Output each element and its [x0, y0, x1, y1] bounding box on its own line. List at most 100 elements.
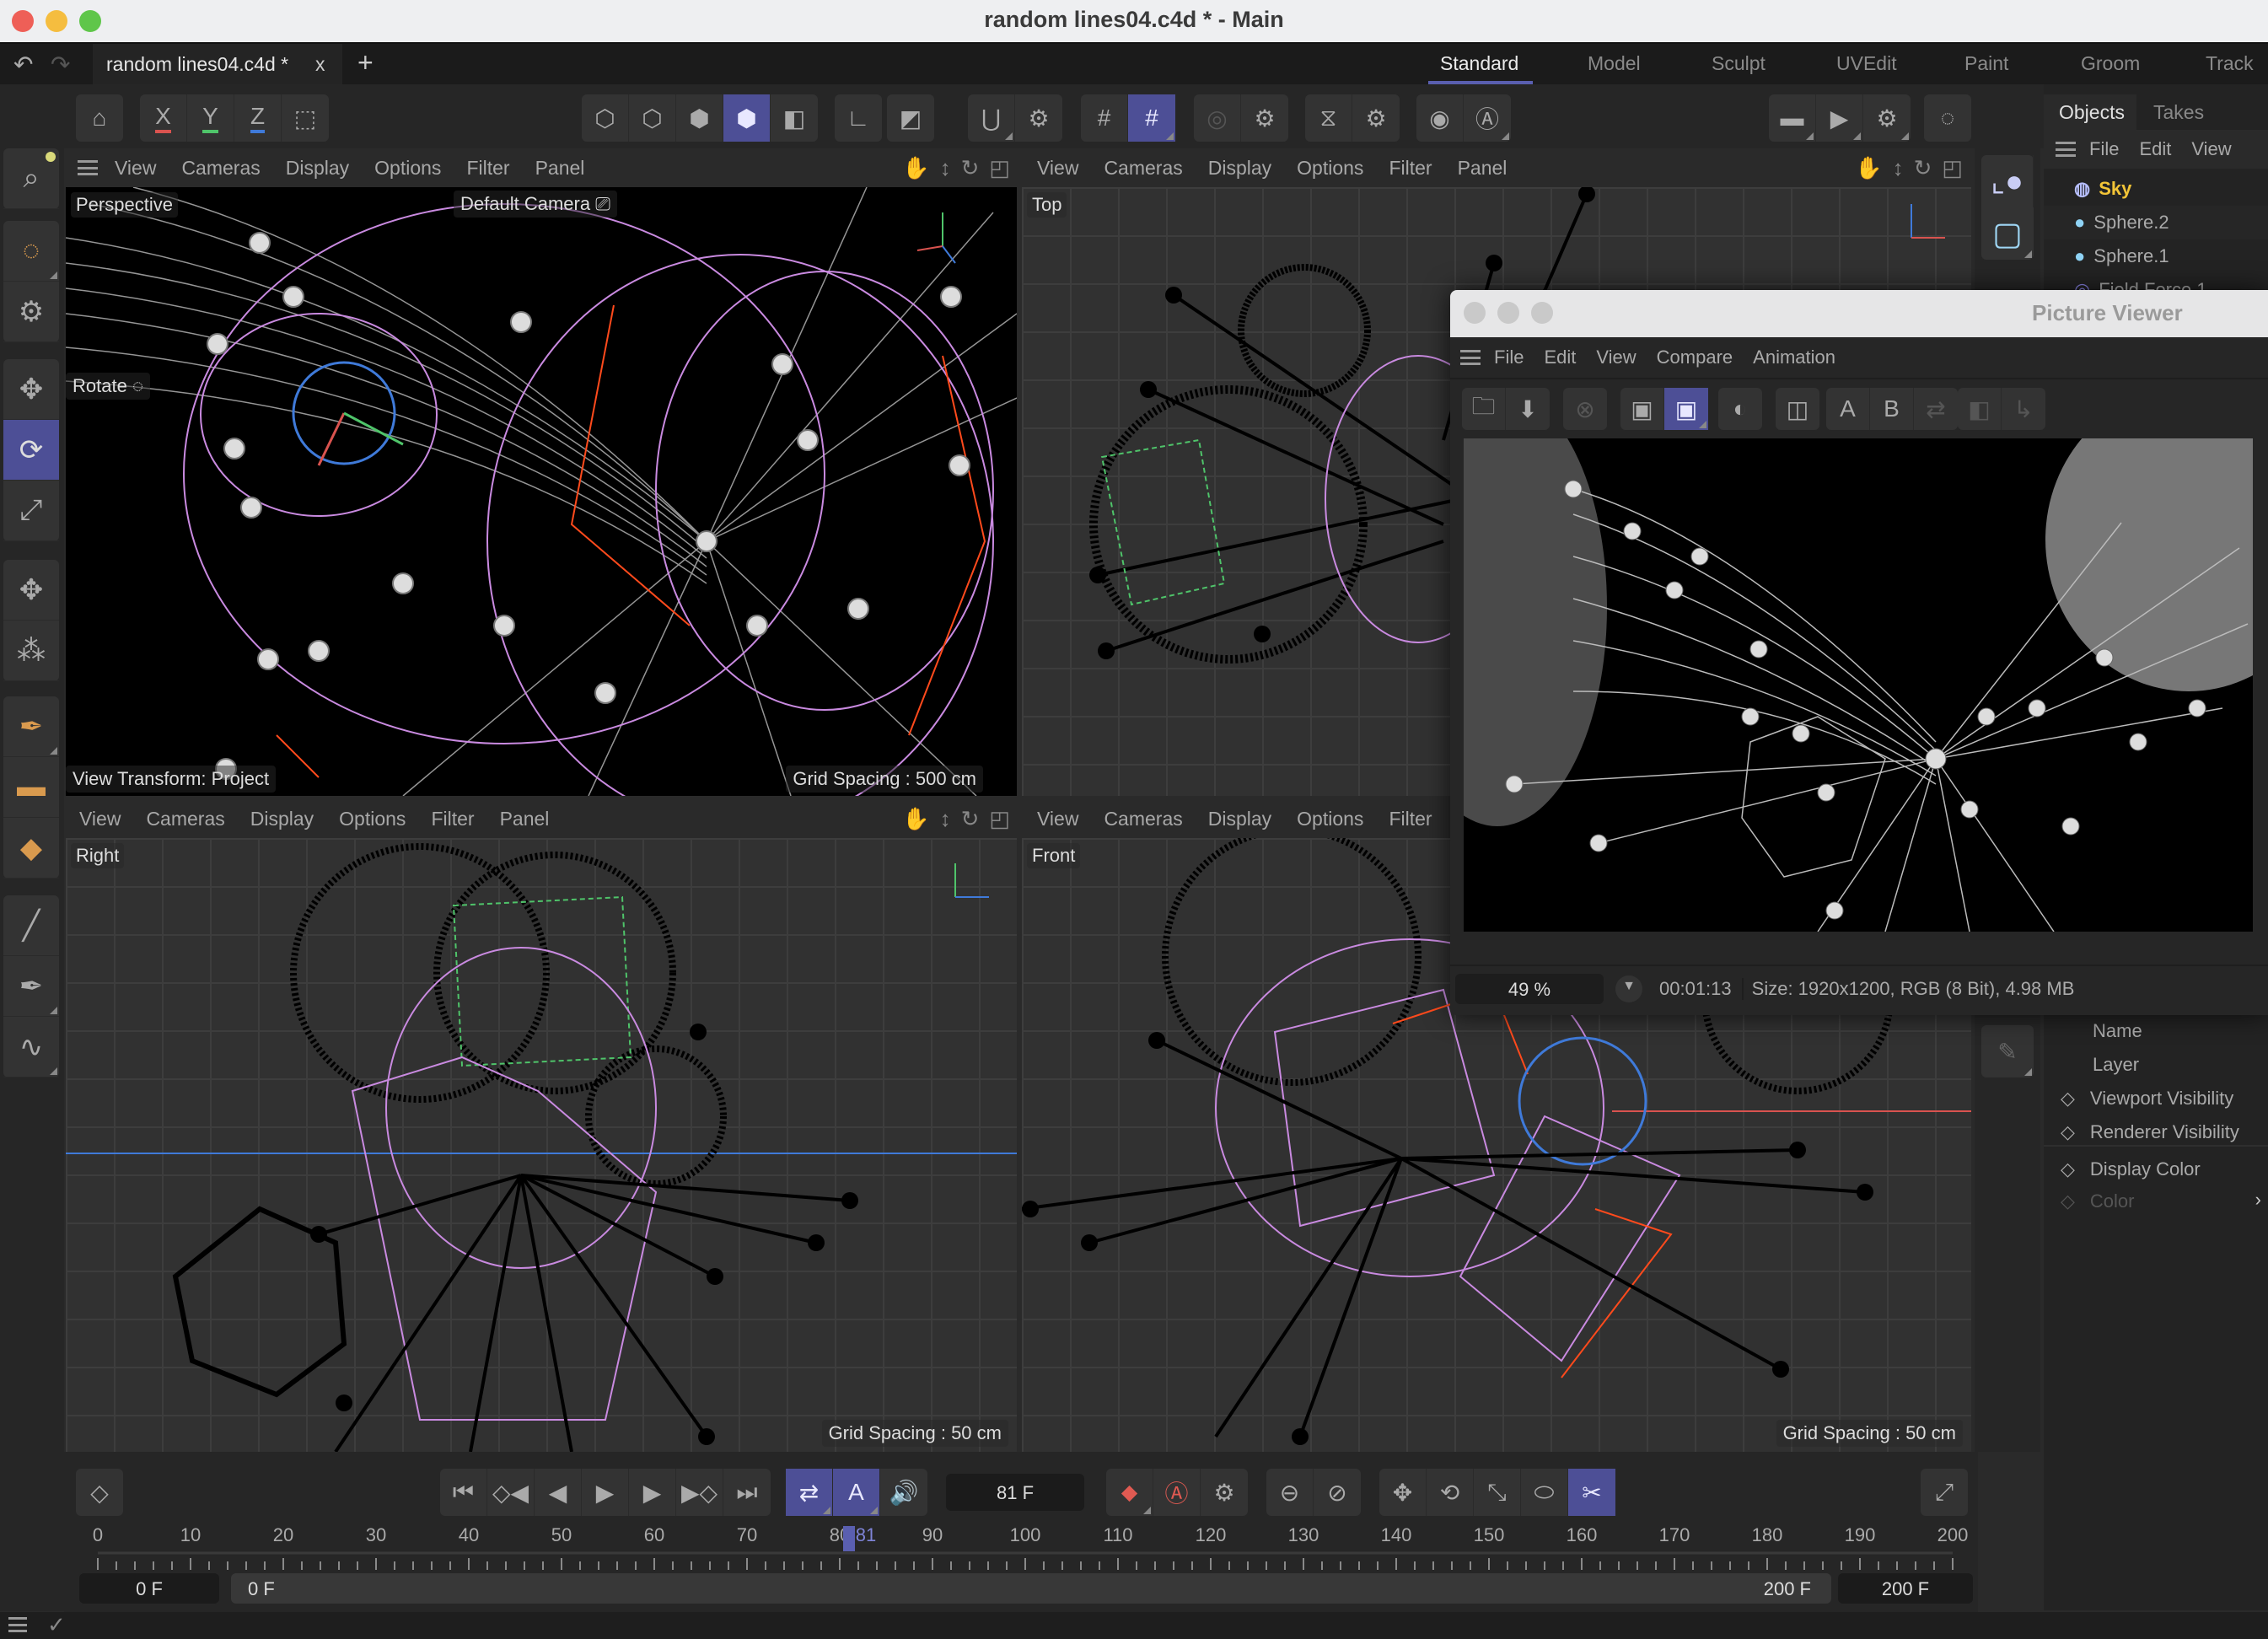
- key-point-level-icon[interactable]: ✂: [1568, 1469, 1615, 1516]
- object-item-sky[interactable]: ◍ Sky: [2044, 172, 2268, 206]
- pv-zoom-field[interactable]: 49 %: [1455, 974, 1604, 1004]
- swap-ab-icon[interactable]: ⇄: [1914, 388, 1958, 430]
- render-view-icon[interactable]: ▬: [1769, 94, 1816, 142]
- attr-layer[interactable]: Layer: [2044, 1045, 2268, 1079]
- live-selection-icon[interactable]: ◌: [3, 221, 59, 282]
- key-mouse-icon[interactable]: ⊖: [1266, 1469, 1314, 1516]
- key-position-icon[interactable]: ✥: [1379, 1469, 1427, 1516]
- viewport-label-right[interactable]: Right: [71, 843, 125, 868]
- objects-menu-view[interactable]: View: [2191, 138, 2231, 160]
- play-icon[interactable]: ▶: [582, 1469, 629, 1516]
- axis-mode-icon[interactable]: ∟: [835, 94, 882, 142]
- pv-menu-icon[interactable]: [1460, 350, 1481, 365]
- next-key-icon[interactable]: ▶◇: [676, 1469, 723, 1516]
- status-check-icon[interactable]: ✓: [47, 1612, 66, 1638]
- orbit-icon[interactable]: ↻: [1914, 155, 1932, 181]
- symmetry-settings-icon[interactable]: ⚙: [1352, 94, 1400, 142]
- cpu-render-icon[interactable]: ▣: [1620, 388, 1664, 430]
- split-compare-icon[interactable]: ◫: [1776, 388, 1819, 430]
- previous-frame-icon[interactable]: ◀: [535, 1469, 582, 1516]
- chevron-right-icon[interactable]: ›: [2255, 1189, 2261, 1211]
- gpu-render-icon[interactable]: ▣: [1664, 388, 1708, 430]
- tab-takes[interactable]: Takes: [2153, 101, 2204, 124]
- save-file-icon[interactable]: ⬇: [1506, 388, 1550, 430]
- objects-menu-icon[interactable]: [2056, 142, 2076, 157]
- menu-display[interactable]: Display: [1208, 808, 1271, 830]
- stop-render-icon[interactable]: ⊗: [1563, 388, 1607, 430]
- lock-z-axis-button[interactable]: Z: [234, 94, 282, 142]
- key-rotation-icon[interactable]: ⊘: [1314, 1469, 1361, 1516]
- menu-filter[interactable]: Filter: [431, 808, 474, 830]
- edit-attributes-icon[interactable]: ✎: [1981, 1025, 2034, 1077]
- attr-color[interactable]: ◇ Color ›: [2044, 1184, 2268, 1217]
- edges-mode-icon[interactable]: ⬡: [629, 94, 676, 142]
- cube-objects-icon[interactable]: ◆: [3, 818, 59, 879]
- menu-cameras[interactable]: Cameras: [146, 808, 224, 830]
- viewport-solo-icon[interactable]: ◉: [1416, 94, 1464, 142]
- overlay-icon[interactable]: ◧: [1958, 388, 2002, 430]
- maximize-view-icon[interactable]: ◰: [1942, 155, 1963, 181]
- menu-filter[interactable]: Filter: [1389, 157, 1432, 180]
- menu-view[interactable]: View: [1037, 808, 1078, 830]
- go-to-start-icon[interactable]: ⏮: [440, 1469, 487, 1516]
- open-file-icon[interactable]: 🗀: [1462, 388, 1506, 430]
- key-parameter-icon[interactable]: ⬭: [1521, 1469, 1568, 1516]
- menu-view[interactable]: View: [79, 808, 121, 830]
- menu-options[interactable]: Options: [374, 157, 441, 180]
- polygons-mode-icon[interactable]: ⬢: [676, 94, 723, 142]
- menu-cameras[interactable]: Cameras: [181, 157, 260, 180]
- layout-tab-model[interactable]: Model: [1588, 52, 1641, 75]
- auto-key-icon[interactable]: Ⓐ: [1464, 94, 1511, 142]
- spline-pen-icon[interactable]: ✒: [3, 696, 59, 757]
- dolly-icon[interactable]: ↕: [1893, 155, 1904, 181]
- document-tab[interactable]: random lines04.c4d * x: [93, 44, 342, 84]
- pv-menu-file[interactable]: File: [1494, 347, 1524, 368]
- tweak-mode-icon[interactable]: ◩: [887, 94, 934, 142]
- soft-selection-settings-icon[interactable]: ⚙: [1241, 94, 1288, 142]
- menu-display[interactable]: Display: [1208, 157, 1271, 180]
- snap-settings-icon[interactable]: ⚙: [1015, 94, 1062, 142]
- camera-label[interactable]: Default Camera ⎚: [454, 191, 617, 218]
- maximize-view-icon[interactable]: ◰: [989, 155, 1010, 181]
- model-mode-icon[interactable]: ⬢: [723, 94, 771, 142]
- primitive-pen-icon[interactable]: ▬: [3, 757, 59, 818]
- status-menu-icon[interactable]: [8, 1617, 27, 1632]
- zoom-dropdown-icon[interactable]: ▼: [1615, 975, 1642, 1002]
- soft-selection-icon[interactable]: ◎: [1194, 94, 1241, 142]
- search-icon[interactable]: ⌕: [3, 148, 59, 209]
- points-mode-icon[interactable]: ⬡: [582, 94, 629, 142]
- menu-panel[interactable]: Panel: [500, 808, 550, 830]
- end-frame-field[interactable]: 200 F: [1838, 1573, 1973, 1604]
- viewport-label-front[interactable]: Front: [1027, 843, 1081, 868]
- move-tool-icon[interactable]: ✥: [3, 359, 59, 420]
- compare-a-button[interactable]: A: [1826, 388, 1870, 430]
- objects-menu-edit[interactable]: Edit: [2139, 138, 2171, 160]
- dolly-icon[interactable]: ↕: [940, 155, 951, 181]
- auto-keying-icon[interactable]: Ⓐ: [1153, 1469, 1201, 1516]
- start-frame-field[interactable]: 0 F: [79, 1573, 219, 1604]
- viewport-frame-icon[interactable]: ▢: [1981, 207, 2034, 260]
- object-item-sphere-1[interactable]: ● Sphere.1: [2044, 239, 2268, 273]
- layout-tab-groom[interactable]: Groom: [2081, 52, 2140, 75]
- spline-smooth-icon[interactable]: ∿: [3, 1017, 59, 1077]
- perspective-viewport[interactable]: Perspective Default Camera ⎚ Rotate ◌ Vi…: [66, 187, 1017, 796]
- menu-view[interactable]: View: [115, 157, 156, 180]
- layout-tab-paint[interactable]: Paint: [1964, 52, 2008, 75]
- menu-cameras[interactable]: Cameras: [1104, 808, 1182, 830]
- render-settings-icon[interactable]: ⚙: [1863, 94, 1911, 142]
- pv-close-button[interactable]: [1464, 302, 1486, 324]
- selection-settings-icon[interactable]: ⚙: [3, 282, 59, 342]
- open-timeline-icon[interactable]: ⤢: [1921, 1469, 1968, 1516]
- pv-minimize-button[interactable]: [1497, 302, 1519, 324]
- tab-objects[interactable]: Objects: [2044, 94, 2136, 130]
- key-scale-icon[interactable]: ⤡: [1474, 1469, 1521, 1516]
- orbit-icon[interactable]: ↻: [961, 155, 980, 181]
- close-tab-icon[interactable]: x: [315, 53, 325, 76]
- redshift-render-icon[interactable]: ◌: [1924, 94, 1971, 142]
- undo-history-icon[interactable]: ⌂: [76, 94, 123, 142]
- layout-tab-track[interactable]: Track: [2206, 52, 2254, 75]
- dynamic-place-icon[interactable]: ⁂: [3, 621, 59, 681]
- current-frame-field[interactable]: 81 F: [946, 1474, 1084, 1511]
- symmetry-icon[interactable]: ⧖: [1305, 94, 1352, 142]
- timeline-ruler[interactable]: 0 10 20 30 40 50 60 70 80 90 100 110 120 130 140 150 160…: [64, 1521, 1978, 1572]
